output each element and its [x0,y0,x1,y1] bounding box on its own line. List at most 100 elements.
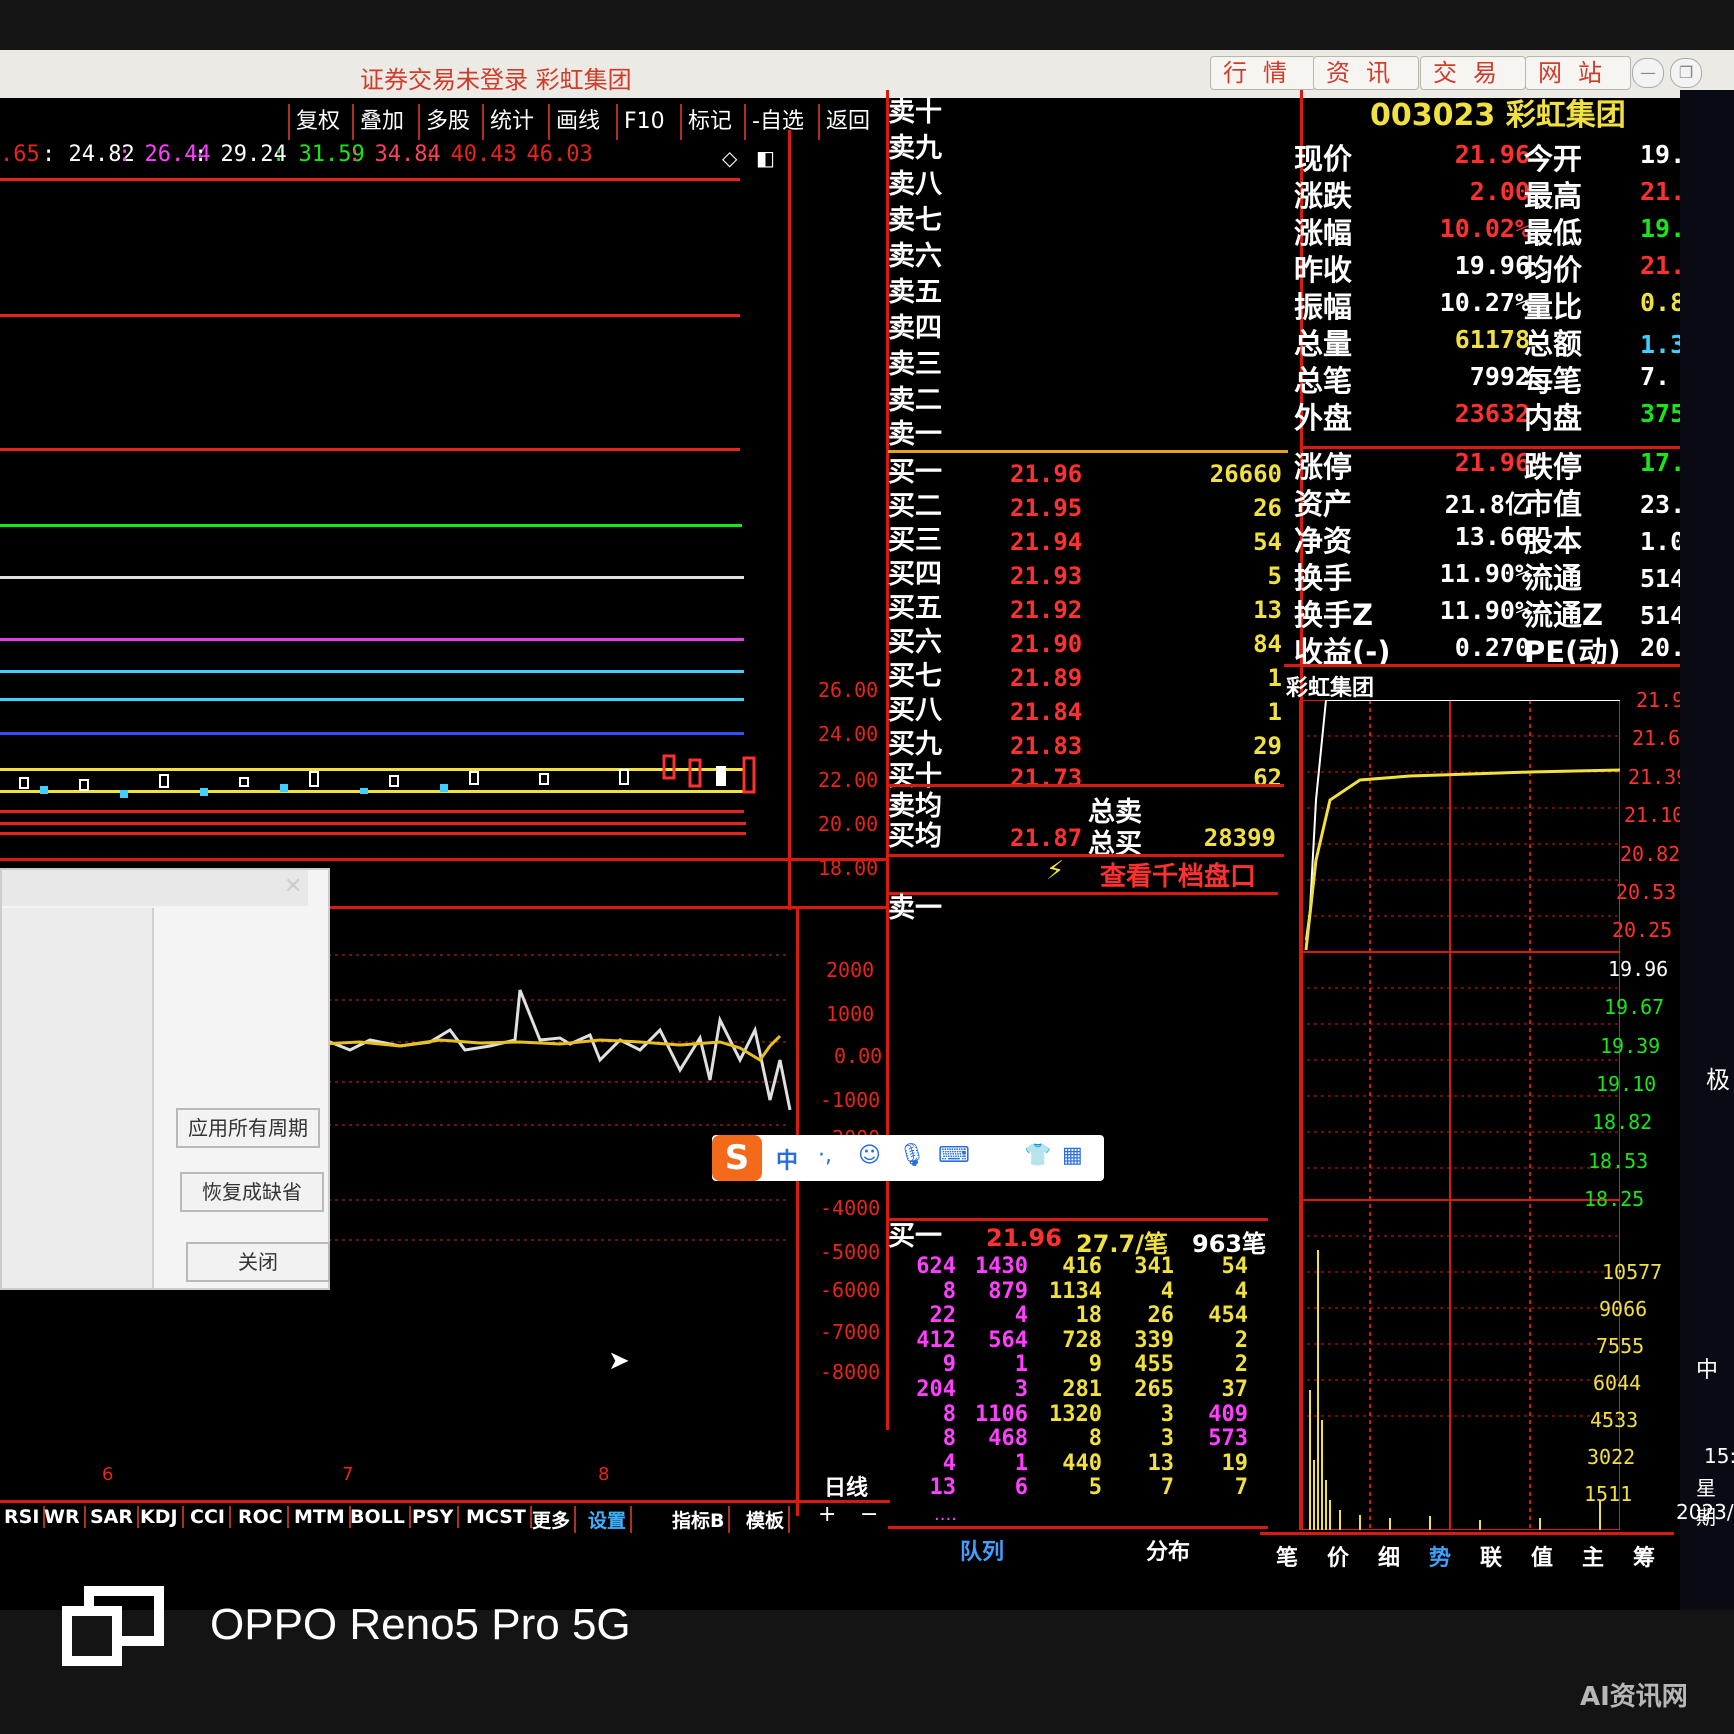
queue-cell: 9 [942,1352,956,1378]
restore-icon[interactable]: ❐ [1670,58,1702,88]
zoom-out-button[interactable]: − [860,1502,878,1527]
nav-quotes[interactable]: 行情 [1210,56,1316,90]
mini-chart-tab[interactable]: 细 [1378,1540,1400,1572]
tool-fuquan[interactable]: 复权 [288,104,346,140]
ma-line [0,732,744,735]
side-strip-label: 中 [1696,1358,1719,1383]
indicator-border [0,1500,890,1503]
queue-cell: 18 [1075,1303,1103,1329]
info-divider [1284,664,1734,667]
view-depth-link[interactable]: 查看千档盘口 [1100,856,1256,893]
mini-chart-tab[interactable]: 价 [1327,1540,1349,1572]
tool-f10[interactable]: F10 [616,104,671,140]
queue-cell: 8 [1088,1426,1102,1452]
mic-icon[interactable]: 🎙 [898,1143,926,1168]
tab-queue[interactable]: 队列 [960,1534,1004,1566]
indicator-rsi[interactable]: RSI [0,1506,46,1528]
tool-stats[interactable]: 统计 [482,104,540,140]
price-axis-label: 19.96 [1608,956,1669,981]
bid-price: 21.94 [1010,528,1083,556]
indicator-cci[interactable]: CCI [186,1506,231,1528]
queue-cell: 564 [988,1327,1028,1353]
apply-all-periods-button[interactable]: 应用所有周期 [176,1108,320,1148]
emoji-icon[interactable]: ☺ [858,1143,881,1168]
nav-website[interactable]: 网站 [1525,56,1631,90]
close-button[interactable]: 关闭 [186,1242,330,1282]
indicator-roc[interactable]: ROC [234,1506,289,1528]
diamond-icon[interactable]: ◇ [722,146,737,170]
indicator-mtm[interactable]: MTM [290,1506,351,1528]
grid-icon[interactable]: ▦ [1062,1143,1083,1168]
ask-label: 卖七 [888,205,942,236]
tool-back[interactable]: 返回 [818,104,876,140]
ma-line [0,576,744,579]
ime-logo-icon[interactable]: S [712,1135,762,1181]
side-strip-label: 极 [1706,1066,1730,1094]
indicator-template[interactable]: 模板 [742,1506,791,1533]
mini-chart-tab[interactable]: 筹 [1633,1540,1655,1572]
mini-chart-tab[interactable]: 联 [1480,1540,1502,1572]
bid-volume: 26660 [1209,460,1282,488]
indicator-b[interactable]: 指标B [668,1506,731,1533]
restore-default-button[interactable]: 恢复成缺省 [180,1172,324,1212]
tool-watchlist[interactable]: -自选 [744,104,810,140]
punctuation-icon[interactable]: ·, [818,1143,832,1168]
indicator-more[interactable]: 更多 [528,1506,577,1533]
period-tab[interactable]: 6 [102,1464,113,1485]
bid-volume: 26 [1253,494,1282,522]
ime-mode-toggle[interactable]: 中 [776,1143,798,1175]
osc-axis-label: -7000 [820,1320,881,1344]
period-tab[interactable]: 7 [342,1464,353,1485]
nav-trade[interactable]: 交易 [1420,56,1526,90]
indicator-mcst[interactable]: MCST [462,1506,532,1528]
queue-cell: 8 [942,1278,956,1304]
indicator-boll[interactable]: BOLL [346,1506,411,1528]
device-watermark: OPPO Reno5 Pro 5G [210,1600,631,1649]
tool-mark[interactable]: 标记 [680,104,738,140]
queue-cell: 7 [1160,1475,1174,1501]
zoom-in-button[interactable]: + [818,1502,836,1527]
price-axis-label: 18.82 [1592,1110,1653,1135]
tool-multi[interactable]: 多股 [418,104,476,140]
minimize-icon[interactable]: — [1632,58,1664,88]
site-watermark: AI资讯网 [1580,1682,1688,1712]
nav-news[interactable]: 资讯 [1313,56,1419,90]
period-tab[interactable]: 8 [598,1464,609,1485]
bid-label: 买一 [888,457,942,488]
shirt-icon[interactable]: 👕 [1024,1143,1051,1168]
queue-cell: 4 [1160,1278,1174,1304]
mini-chart-tab[interactable]: 笔 [1276,1540,1298,1572]
keyboard-icon[interactable]: ⌨ [938,1143,970,1168]
queue-cell: 4 [1234,1278,1248,1304]
tab-distribution[interactable]: 分布 [1146,1534,1190,1566]
mini-chart-tab[interactable]: 势 [1429,1540,1451,1572]
book-divider [888,892,1278,895]
tool-draw[interactable]: 画线 [548,104,606,140]
ma-line [0,178,740,181]
window-title: 证券交易未登录 彩虹集团 [360,66,632,94]
close-icon[interactable]: ✕ [284,874,302,899]
info-label: 涨跌 [1294,179,1353,213]
info-value: 7. [1640,362,1671,391]
indicator-kdj[interactable]: KDJ [136,1506,184,1528]
indicator-sar[interactable]: SAR [86,1506,140,1528]
mini-chart-tab[interactable]: 值 [1531,1540,1553,1572]
candlestick-series [19,754,756,798]
tool-overlay[interactable]: 叠加 [352,104,410,140]
indicator-psy[interactable]: PSY [408,1506,460,1528]
indicator-wr[interactable]: WR [40,1506,86,1528]
indicator-settings[interactable]: 设置 [584,1506,633,1533]
info-value: 7992 [1469,362,1530,391]
stock-code-name: 003023 彩虹集团 [1370,98,1626,133]
volume-axis-label: 10577 [1602,1260,1663,1284]
info-label: 换手Z [1294,598,1374,632]
price-axis-label: 20.25 [1612,918,1673,943]
intraday-chart [1299,700,1620,1530]
bid-label: 买七 [888,661,942,692]
ask-label: 卖二 [888,385,942,416]
mini-chart-tab[interactable]: 主 [1582,1540,1604,1572]
queue-cell: 7 [1234,1475,1248,1501]
queue-cell: 455 [1134,1352,1174,1378]
queue-cell: 1134 [1049,1278,1102,1304]
panel-toggle-icon[interactable]: ◧ [756,146,775,170]
